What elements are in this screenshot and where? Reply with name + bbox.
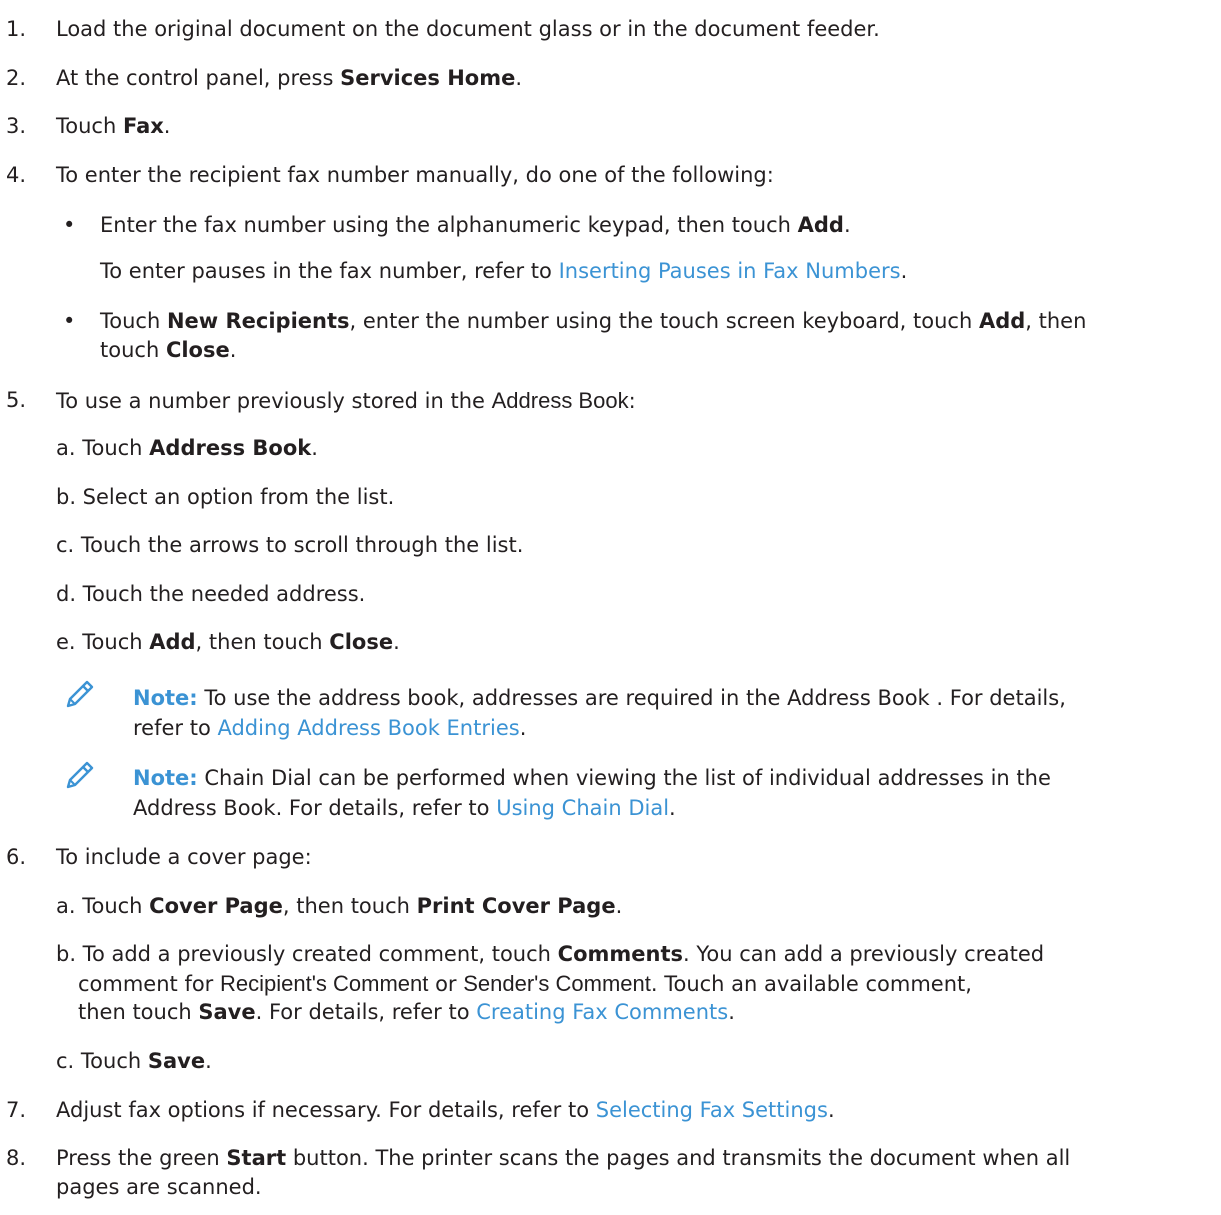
link-using-chain-dial[interactable]: Using Chain Dial bbox=[496, 796, 669, 820]
step-text: Load the original document on the docume… bbox=[56, 17, 880, 41]
ui-label: Save bbox=[198, 1000, 256, 1024]
bullet-icon: • bbox=[63, 213, 76, 237]
ui-label: Add bbox=[978, 309, 1026, 333]
ui-label: Address Book bbox=[149, 436, 312, 460]
step-text: To use a number previously stored in the… bbox=[56, 388, 636, 413]
ui-label: Print Cover Page bbox=[416, 894, 616, 918]
procedure-document: 1. Load the original document on the doc… bbox=[6, 17, 1087, 1199]
ui-label: Close bbox=[329, 630, 394, 654]
ui-label: Close bbox=[165, 338, 230, 362]
step-number: 5. bbox=[6, 388, 27, 412]
ui-label: Services Home bbox=[340, 66, 516, 90]
ui-label: Comments bbox=[557, 942, 683, 966]
link-creating-fax-comments[interactable]: Creating Fax Comments bbox=[476, 1000, 728, 1024]
step-number: 4. bbox=[6, 163, 27, 187]
ui-term: Sender's Comment bbox=[463, 971, 651, 996]
link-adding-address-book-entries[interactable]: Adding Address Book Entries bbox=[217, 716, 519, 740]
ui-label: Start bbox=[226, 1146, 287, 1170]
step-number: 8. bbox=[6, 1146, 27, 1170]
step-number: 7. bbox=[6, 1098, 27, 1122]
ui-label: Add bbox=[797, 213, 844, 237]
ui-label: Fax bbox=[122, 114, 164, 138]
ui-label: Cover Page bbox=[149, 894, 283, 918]
bullet-icon: • bbox=[63, 309, 76, 333]
step-text: Adjust fax options if necessary. For det… bbox=[56, 1098, 835, 1122]
pencil-icon bbox=[66, 680, 94, 708]
step-number: 6. bbox=[6, 845, 27, 869]
note-label: Note: bbox=[133, 766, 198, 790]
step-text: To include a cover page: bbox=[56, 845, 312, 869]
ui-label: New Recipients bbox=[166, 309, 350, 333]
step-text: To enter the recipient fax number manual… bbox=[56, 163, 774, 187]
ui-term: Address Book bbox=[491, 388, 629, 413]
pencil-icon bbox=[66, 761, 94, 789]
link-inserting-pauses[interactable]: Inserting Pauses in Fax Numbers bbox=[559, 259, 901, 283]
step-text: Touch Fax. bbox=[56, 114, 171, 138]
step-text: Press the green Start button. The printe… bbox=[56, 1146, 1071, 1170]
step-text: At the control panel, press Services Hom… bbox=[56, 66, 523, 90]
step-number: 2. bbox=[6, 66, 27, 90]
note-label: Note: bbox=[133, 686, 198, 710]
link-selecting-fax-settings[interactable]: Selecting Fax Settings bbox=[596, 1098, 828, 1122]
ui-label: Save bbox=[147, 1049, 206, 1073]
step-number: 1. bbox=[6, 17, 27, 41]
step-number: 3. bbox=[6, 114, 27, 138]
ui-label: Add bbox=[149, 630, 196, 654]
ui-term: Recipient's Comment bbox=[220, 971, 429, 996]
